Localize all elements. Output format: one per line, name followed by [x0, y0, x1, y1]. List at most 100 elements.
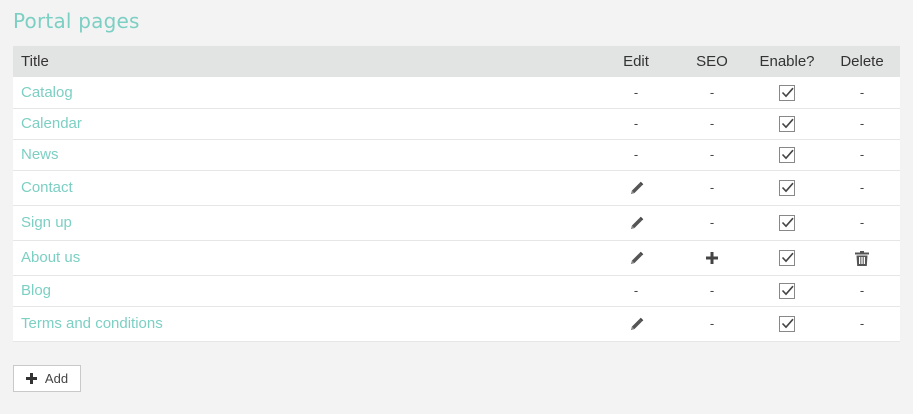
cell-title: Sign up	[13, 205, 598, 241]
cell-delete: -	[824, 275, 900, 307]
enable-checkbox[interactable]	[779, 147, 795, 164]
table-row: Contact - -	[13, 170, 900, 206]
header-delete: Delete	[840, 53, 884, 70]
cell-enable	[750, 240, 824, 276]
page-title-link[interactable]: News	[21, 146, 59, 163]
delete-empty-marker: -	[859, 180, 865, 195]
page-title-link[interactable]: Contact	[21, 179, 73, 196]
cell-edit	[598, 170, 674, 206]
cell-seo: -	[674, 205, 750, 241]
seo-empty-marker: -	[709, 215, 715, 230]
page-title-link[interactable]: Terms and conditions	[21, 315, 163, 332]
cell-delete	[824, 240, 900, 276]
enable-checkbox[interactable]	[779, 116, 795, 133]
edit-pencil-icon[interactable]	[629, 181, 644, 196]
table-body: Catalog - - - Calendar - - - News - - - Contact - - Sig…	[13, 77, 900, 342]
cell-enable	[750, 275, 824, 307]
enable-checkbox[interactable]	[779, 283, 795, 300]
seo-empty-marker: -	[709, 116, 715, 131]
header-enable: Enable?	[759, 53, 815, 70]
table-header-row: Title Edit SEO Enable? Delete	[13, 46, 900, 77]
cell-delete: -	[824, 205, 900, 241]
cell-seo: -	[674, 275, 750, 307]
cell-seo	[674, 240, 750, 276]
checkmark-icon	[781, 285, 794, 296]
checkmark-icon	[781, 118, 794, 129]
edit-pencil-icon[interactable]	[629, 317, 644, 332]
enable-checkbox[interactable]	[779, 180, 795, 197]
cell-delete: -	[824, 306, 900, 342]
table-row: Sign up - -	[13, 205, 900, 241]
enable-checkbox[interactable]	[779, 250, 795, 267]
cell-edit: -	[598, 108, 674, 140]
page-title-link[interactable]: Sign up	[21, 214, 72, 231]
seo-plus-icon[interactable]	[706, 252, 718, 265]
cell-title: About us	[13, 240, 598, 276]
cell-enable	[750, 205, 824, 241]
checkmark-icon	[781, 318, 794, 329]
delete-empty-marker: -	[859, 147, 865, 162]
checkmark-icon	[781, 182, 794, 193]
header-edit: Edit	[623, 53, 649, 70]
delete-empty-marker: -	[859, 215, 865, 230]
cell-enable	[750, 77, 824, 109]
edit-pencil-icon[interactable]	[629, 216, 644, 231]
seo-empty-marker: -	[709, 283, 715, 298]
cell-enable	[750, 170, 824, 206]
cell-seo: -	[674, 108, 750, 140]
cell-edit	[598, 240, 674, 276]
enable-checkbox[interactable]	[779, 84, 795, 101]
table-row: About us	[13, 240, 900, 276]
edit-empty-marker: -	[633, 283, 639, 298]
cell-delete: -	[824, 108, 900, 140]
add-button-label: Add	[44, 371, 69, 386]
seo-empty-marker: -	[709, 84, 715, 100]
cell-enable	[750, 139, 824, 171]
page-title-link[interactable]: About us	[21, 249, 80, 266]
cell-seo: -	[674, 306, 750, 342]
seo-empty-marker: -	[709, 147, 715, 162]
cell-seo: -	[674, 139, 750, 171]
checkmark-icon	[781, 87, 794, 98]
delete-empty-marker: -	[859, 84, 865, 100]
header-seo: SEO	[696, 53, 728, 70]
cell-delete: -	[824, 170, 900, 206]
cell-enable	[750, 108, 824, 140]
cell-delete: -	[824, 139, 900, 171]
header-title: Title	[21, 53, 49, 70]
checkmark-icon	[781, 217, 794, 228]
portal-pages-table: Title Edit SEO Enable? Delete Catalog - - -…	[13, 46, 900, 342]
cell-title: Blog	[13, 275, 598, 307]
page-title-link[interactable]: Calendar	[21, 115, 82, 132]
edit-pencil-icon[interactable]	[629, 251, 644, 266]
enable-checkbox[interactable]	[779, 215, 795, 232]
table-row: Blog - - -	[13, 275, 900, 307]
edit-empty-marker: -	[633, 84, 639, 100]
cell-seo: -	[674, 170, 750, 206]
table-row: News - - -	[13, 139, 900, 171]
page-title-link[interactable]: Catalog	[21, 84, 73, 101]
cell-edit	[598, 306, 674, 342]
seo-empty-marker: -	[709, 316, 715, 331]
page-title-link[interactable]: Blog	[21, 282, 51, 299]
enable-checkbox[interactable]	[779, 316, 795, 333]
plus-icon	[25, 373, 37, 384]
table-row: Terms and conditions - -	[13, 306, 900, 342]
cell-title: Contact	[13, 170, 598, 206]
edit-empty-marker: -	[633, 116, 639, 131]
table-row: Calendar - - -	[13, 108, 900, 140]
cell-title: Catalog	[13, 77, 598, 109]
add-button[interactable]: Add	[13, 365, 81, 392]
delete-trash-icon[interactable]	[855, 250, 869, 266]
delete-empty-marker: -	[859, 283, 865, 298]
cell-edit: -	[598, 275, 674, 307]
delete-empty-marker: -	[859, 116, 865, 131]
cell-edit: -	[598, 139, 674, 171]
delete-empty-marker: -	[859, 316, 865, 331]
seo-empty-marker: -	[709, 180, 715, 195]
cell-title: News	[13, 139, 598, 171]
checkmark-icon	[781, 252, 794, 263]
edit-empty-marker: -	[633, 147, 639, 162]
cell-enable	[750, 306, 824, 342]
checkmark-icon	[781, 149, 794, 160]
